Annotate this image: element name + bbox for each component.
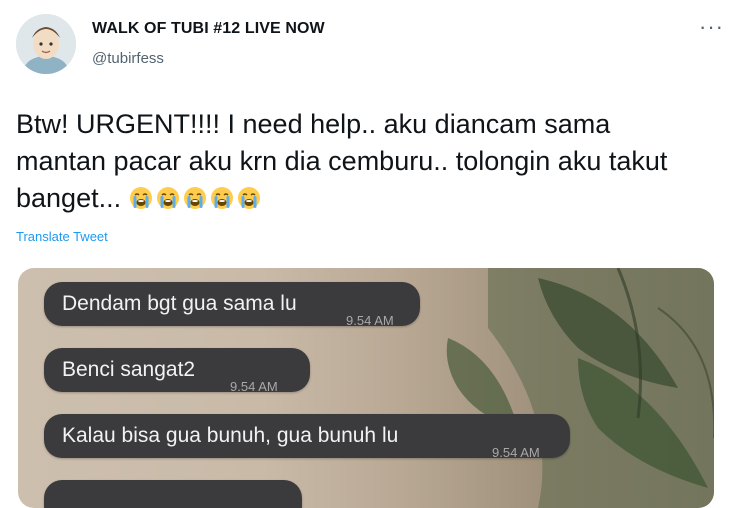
tweet-line-3-text: banget... <box>16 183 122 213</box>
message-bubble-partial <box>44 480 302 508</box>
message-bubble: Kalau bisa gua bunuh, gua bunuh lu 9.54 … <box>44 414 570 460</box>
author-display-name[interactable]: WALK OF TUBI #12 LIVE NOW <box>92 20 325 38</box>
tweet-line-1: Btw! URGENT!!!! I need help.. aku dianca… <box>16 109 611 139</box>
loudly-crying-face-icon <box>156 186 180 210</box>
tweet-line-3: banget... <box>16 180 716 217</box>
loudly-crying-face-icon <box>237 186 261 210</box>
loudly-crying-face-icon <box>183 186 207 210</box>
emoji-row <box>129 183 264 213</box>
message-text: Kalau bisa gua bunuh, gua bunuh lu <box>62 424 399 447</box>
loudly-crying-face-icon <box>210 186 234 210</box>
message-bubble: Benci sangat2 9.54 AM <box>44 348 310 394</box>
tweet-line-2: mantan pacar aku krn dia cemburu.. tolon… <box>16 146 668 176</box>
translate-tweet-link[interactable]: Translate Tweet <box>16 229 108 244</box>
message-text: Dendam bgt gua sama lu <box>62 292 297 315</box>
tweet-text: Btw! URGENT!!!! I need help.. aku dianca… <box>16 106 716 217</box>
message-time: 9.54 AM <box>346 313 394 328</box>
message-bubble: Dendam bgt gua sama lu 9.54 AM <box>44 282 420 328</box>
avatar[interactable] <box>16 14 76 74</box>
author-handle[interactable]: @tubirfess <box>92 50 164 67</box>
message-time: 9.54 AM <box>230 379 278 394</box>
avatar-cartoon-icon <box>16 14 76 74</box>
message-text: Benci sangat2 <box>62 358 196 381</box>
tweet-image[interactable]: Dendam bgt gua sama lu 9.54 AM Benci san… <box>18 268 714 508</box>
loudly-crying-face-icon <box>129 186 153 210</box>
more-options-icon[interactable]: ··· <box>699 16 724 38</box>
message-time: 9.54 AM <box>492 445 540 460</box>
